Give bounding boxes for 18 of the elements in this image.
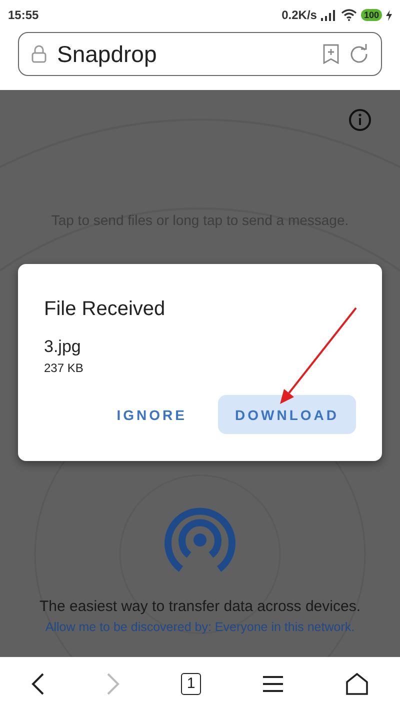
download-button[interactable]: DOWNLOAD bbox=[218, 395, 356, 434]
info-icon[interactable] bbox=[348, 108, 372, 132]
file-name: 3.jpg bbox=[44, 337, 82, 357]
tab-count-button[interactable]: 1 bbox=[178, 671, 204, 697]
network-speed: 0.2K/s bbox=[282, 8, 317, 22]
ignore-button[interactable]: IGNORE bbox=[100, 395, 204, 434]
tagline-text: The easiest way to transfer data across devices. bbox=[40, 598, 360, 615]
lock-icon bbox=[31, 45, 47, 63]
battery-level: 100 bbox=[360, 9, 382, 21]
wifi-icon bbox=[340, 9, 357, 21]
bookmark-add-icon[interactable] bbox=[323, 44, 339, 64]
reload-icon[interactable] bbox=[349, 44, 369, 64]
dialog-title: File Received bbox=[44, 298, 166, 321]
status-time: 15:55 bbox=[8, 8, 39, 22]
address-bar[interactable]: Snapdrop bbox=[18, 32, 382, 76]
charging-icon bbox=[386, 10, 392, 20]
file-size: 237 KB bbox=[44, 361, 84, 375]
signal-icon bbox=[320, 10, 337, 20]
